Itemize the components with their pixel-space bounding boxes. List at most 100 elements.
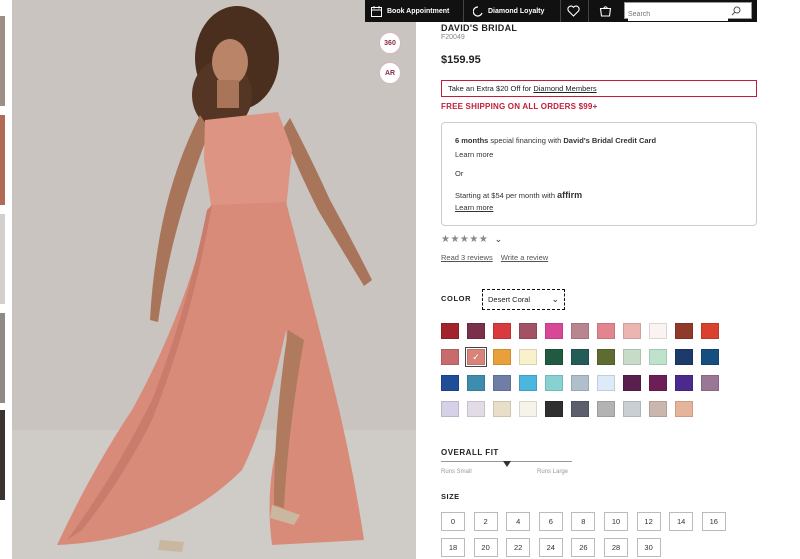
color-swatch[interactable]: ✓ <box>465 347 487 367</box>
read-reviews-link[interactable]: Read 3 reviews <box>441 253 493 262</box>
color-swatch[interactable] <box>623 323 641 339</box>
size-option[interactable]: 26 <box>571 538 596 557</box>
color-swatch[interactable] <box>519 375 537 391</box>
promo-banner: Take an Extra $20 Off for Diamond Member… <box>441 80 757 97</box>
color-swatch[interactable] <box>649 323 667 339</box>
color-swatch[interactable] <box>571 349 589 365</box>
review-links: Read 3 reviews Write a review <box>441 253 554 262</box>
size-option[interactable]: 28 <box>604 538 628 557</box>
selected-color: Desert Coral <box>488 295 531 304</box>
color-swatch[interactable] <box>597 323 615 339</box>
color-swatch[interactable] <box>441 349 459 365</box>
months-bold: 6 months <box>455 136 489 145</box>
thumbnail-3[interactable] <box>0 214 5 304</box>
credit-card-financing: 6 months special financing with David's … <box>455 136 656 145</box>
thumbnail-2[interactable] <box>0 115 5 205</box>
size-option[interactable]: 0 <box>441 512 465 531</box>
size-option[interactable]: 2 <box>473 512 498 531</box>
color-swatch[interactable] <box>649 375 667 391</box>
color-swatch[interactable] <box>441 401 459 417</box>
fit-runs-large: Runs Large <box>537 469 569 475</box>
color-dropdown[interactable]: Desert Coral ⌄ <box>482 289 565 310</box>
toolbar-divider <box>463 0 464 22</box>
product-price: $159.95 <box>441 54 481 66</box>
search-input[interactable] <box>628 8 728 21</box>
promo-text: Take an Extra $20 Off for <box>448 84 534 93</box>
color-swatch[interactable] <box>493 323 511 339</box>
color-swatch[interactable] <box>597 349 615 365</box>
thumbnail-5[interactable] <box>0 410 5 500</box>
diamond-loyalty-label: Diamond Loyalty <box>488 7 545 15</box>
color-swatch[interactable] <box>675 349 693 365</box>
color-swatch[interactable] <box>623 375 641 391</box>
size-option[interactable]: 8 <box>571 512 596 531</box>
toolbar-divider <box>588 0 589 22</box>
color-swatch[interactable] <box>675 401 693 417</box>
top-toolbar: Book Appointment Diamond Loyalty <box>365 0 757 22</box>
color-swatch[interactable] <box>623 349 641 365</box>
size-option[interactable]: 12 <box>636 512 661 531</box>
color-swatch[interactable] <box>545 401 563 417</box>
color-swatch[interactable] <box>441 375 459 391</box>
size-option[interactable]: 4 <box>506 512 531 531</box>
color-swatch[interactable] <box>467 401 485 417</box>
product-image[interactable]: 360 AR <box>12 0 416 559</box>
color-swatch[interactable] <box>701 375 719 391</box>
product-sku: F20049 <box>441 34 465 41</box>
size-option[interactable]: 6 <box>538 512 563 531</box>
color-swatch[interactable] <box>493 401 511 417</box>
chevron-down-icon[interactable]: ⌄ <box>495 234 503 244</box>
diamond-members-link[interactable]: Diamond Members <box>533 84 596 93</box>
view-360-badge[interactable]: 360 <box>379 32 401 54</box>
size-option[interactable]: 22 <box>506 538 531 557</box>
color-swatch[interactable] <box>597 401 615 417</box>
color-swatch[interactable] <box>675 323 693 339</box>
color-swatch[interactable] <box>493 349 511 365</box>
learn-more-link-affirm[interactable]: Learn more <box>455 203 493 212</box>
color-swatch[interactable] <box>675 375 693 391</box>
color-swatch[interactable] <box>545 349 563 365</box>
color-swatch[interactable] <box>519 401 537 417</box>
star-rating[interactable]: ★★★★★ ⌄ <box>441 234 503 245</box>
color-swatch[interactable] <box>701 349 719 365</box>
size-option[interactable]: 30 <box>636 538 661 557</box>
color-swatch[interactable] <box>649 349 667 365</box>
size-option[interactable]: 18 <box>441 538 465 557</box>
size-option[interactable]: 20 <box>473 538 498 557</box>
color-swatch[interactable] <box>519 323 537 339</box>
color-swatch[interactable] <box>519 349 537 365</box>
color-swatch[interactable] <box>441 323 459 339</box>
color-swatch[interactable] <box>571 323 589 339</box>
color-swatch[interactable] <box>467 323 485 339</box>
affirm-financing: Starting at $54 per month with affirm <box>455 190 582 200</box>
color-swatch[interactable] <box>571 401 589 417</box>
augmented-reality-badge[interactable]: AR <box>379 62 401 84</box>
fit-marker <box>503 461 511 467</box>
book-appointment-button[interactable]: Book Appointment <box>371 0 449 22</box>
write-review-link[interactable]: Write a review <box>501 253 548 262</box>
thumbnail-1[interactable] <box>0 16 5 106</box>
color-swatch[interactable] <box>623 401 641 417</box>
size-option[interactable]: 16 <box>701 512 726 531</box>
color-swatch[interactable] <box>571 375 589 391</box>
thumbnail-4[interactable] <box>0 313 5 403</box>
toolbar-divider <box>560 0 561 22</box>
color-swatch[interactable] <box>467 375 485 391</box>
rating-stars: ★★★★★ <box>441 234 489 245</box>
learn-more-link-credit[interactable]: Learn more <box>455 150 493 159</box>
size-option[interactable]: 24 <box>538 538 563 557</box>
shopping-bag-icon[interactable] <box>599 5 612 17</box>
color-swatch[interactable] <box>649 401 667 417</box>
search-icon[interactable] <box>731 6 741 16</box>
size-label: SIZE <box>441 492 460 501</box>
heart-icon[interactable] <box>567 5 580 17</box>
color-swatch[interactable] <box>597 375 615 391</box>
size-option[interactable]: 14 <box>669 512 694 531</box>
color-swatch[interactable] <box>545 323 563 339</box>
color-swatch[interactable] <box>493 375 511 391</box>
book-appointment-label: Book Appointment <box>387 7 450 15</box>
color-swatch[interactable] <box>701 323 719 339</box>
size-option[interactable]: 10 <box>604 512 628 531</box>
diamond-loyalty-button[interactable]: Diamond Loyalty <box>473 0 544 22</box>
color-swatch[interactable] <box>545 375 563 391</box>
